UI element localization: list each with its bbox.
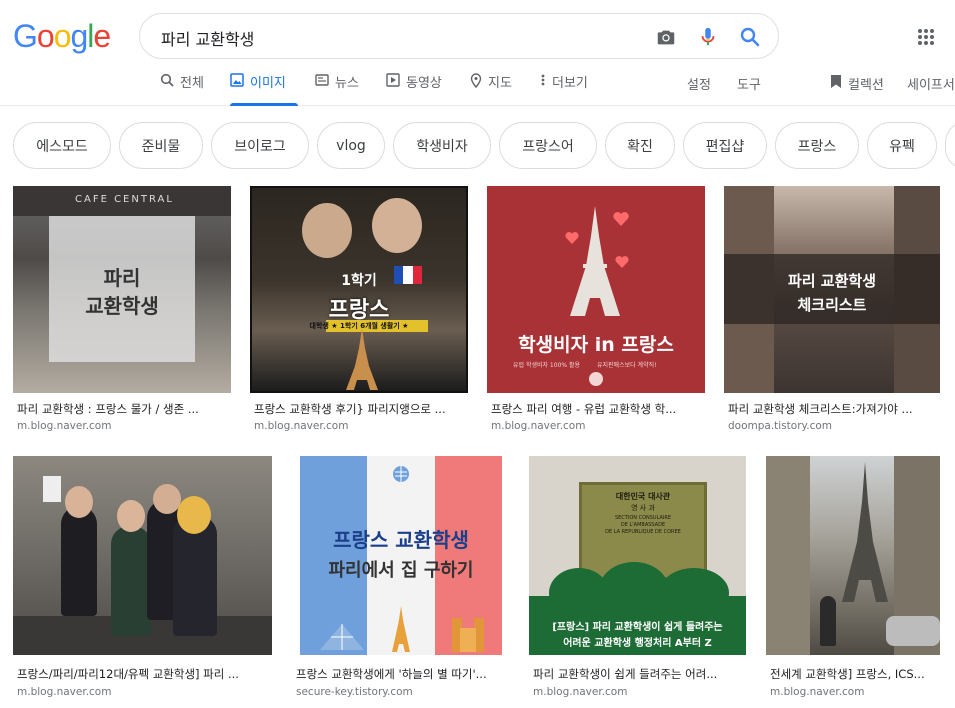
map-pin-icon <box>470 73 482 88</box>
image-result[interactable]: 학생비자 in 프랑스 유럽 학생비자 100% 활용 유지판매스보다 계약직!… <box>487 186 705 436</box>
result-title[interactable]: 파리 교환학생이 쉽게 들려주는 어려... <box>533 666 745 682</box>
tab-videos[interactable]: 동영상 <box>386 72 442 106</box>
settings-link[interactable]: 설정 <box>687 74 711 93</box>
heart-icon <box>613 212 629 226</box>
result-thumbnail[interactable]: 파리 교환학생 체크리스트 <box>724 186 940 393</box>
news-icon <box>315 74 329 86</box>
person <box>61 506 97 616</box>
person-face <box>302 203 352 258</box>
video-icon <box>386 73 400 87</box>
eiffel-tower-icon <box>842 462 888 602</box>
result-thumbnail[interactable]: 학생비자 in 프랑스 유럽 학생비자 100% 활용 유지판매스보다 계약직! <box>487 186 705 393</box>
chip[interactable]: 준비물 <box>119 122 203 169</box>
person <box>820 596 836 646</box>
image-result[interactable]: 프랑스/파리/파리12대/유펙 교환학생] 파리 ... m.blog.nave… <box>13 456 275 702</box>
search-icon[interactable] <box>738 25 762 49</box>
result-title[interactable]: 프랑스 파리 여행 - 유럽 교환학생 학... <box>491 401 703 417</box>
chip[interactable]: 프랑스어 <box>499 122 597 169</box>
image-result[interactable]: CAFE CENTRAL 파리 교환학생 파리 교환학생 : 프랑스 물가 / … <box>13 186 231 436</box>
image-result[interactable]: 1학기 프랑스 대학생 ★ 1학기 6개월 생활기 ★ 프랑스 교환학생 후기}… <box>250 186 468 436</box>
result-title[interactable]: 파리 교환학생 : 프랑스 물가 / 생존 ... <box>17 401 229 417</box>
microphone-icon[interactable] <box>697 25 719 49</box>
image-icon <box>230 73 244 87</box>
brand-logo <box>589 372 603 386</box>
result-title[interactable]: 프랑스/파리/파리12대/유펙 교환학생] 파리 ... <box>17 666 272 682</box>
result-source: m.blog.naver.com <box>770 686 865 698</box>
result-thumbnail[interactable]: 프랑스 교환학생 파리에서 집 구하기 <box>300 456 502 655</box>
image-result[interactable]: 파리 교환학생 체크리스트 파리 교환학생 체크리스트:가져가야 ... doo… <box>724 186 942 436</box>
result-title[interactable]: 파리 교환학생 체크리스트:가져가야 ... <box>728 401 940 417</box>
louvre-pyramid-icon <box>320 624 364 650</box>
result-source: doompa.tistory.com <box>728 420 833 432</box>
globe-icon <box>393 466 409 482</box>
chip[interactable]: 학생비자 <box>393 122 491 169</box>
tab-maps[interactable]: 지도 <box>470 72 512 106</box>
person <box>111 526 151 636</box>
camera-icon[interactable] <box>655 26 677 48</box>
tab-news[interactable]: 뉴스 <box>315 72 359 106</box>
bookmark-icon <box>831 75 841 88</box>
chip[interactable]: 편집샵 <box>683 122 767 169</box>
heart-icon <box>565 232 579 244</box>
search-icon <box>160 73 174 87</box>
chip[interactable]: 프랑스 <box>775 122 859 169</box>
result-source: m.blog.naver.com <box>17 420 112 432</box>
france-flag-icon <box>394 266 422 284</box>
cafe-sign: CAFE CENTRAL <box>75 194 174 205</box>
chip[interactable]: 브이로그 <box>211 122 309 169</box>
chip[interactable]: vlog <box>317 122 385 169</box>
result-title[interactable]: 프랑스 교환학생에게 '하늘의 별 따기'... <box>296 666 508 682</box>
tab-images[interactable]: 이미지 <box>230 72 298 106</box>
search-tabs: 전체 이미지 뉴스 동영상 지도 더보기 설정 도구 컬렉션 세이프서 <box>0 66 955 106</box>
result-source: m.blog.naver.com <box>491 420 586 432</box>
image-result[interactable]: 전세계 교환학생] 프랑스, ICS... m.blog.naver.com <box>766 456 942 702</box>
collections-link[interactable]: 컬렉션 <box>830 74 884 93</box>
eiffel-tower-icon <box>346 328 378 390</box>
search-box[interactable]: 파리 교환학생 <box>139 13 779 59</box>
chip[interactable]: 에스모드 <box>13 122 111 169</box>
image-result[interactable]: 대한민국 대사관 영 사 과 SECTION CONSULAIRE DE L'A… <box>529 456 747 702</box>
search-input[interactable]: 파리 교환학생 <box>161 26 254 50</box>
result-thumbnail[interactable]: CAFE CENTRAL 파리 교환학생 <box>13 186 231 393</box>
result-source: m.blog.naver.com <box>533 686 628 698</box>
related-chips: 에스모드 준비물 브이로그 vlog 학생비자 프랑스어 확진 편집샵 프랑스 … <box>13 122 955 170</box>
result-title[interactable]: 프랑스 교환학생 후기} 파리지앵으로 ... <box>254 401 466 417</box>
result-thumbnail[interactable]: 대한민국 대사관 영 사 과 SECTION CONSULAIRE DE L'A… <box>529 456 746 655</box>
heart-icon <box>615 256 629 268</box>
image-result[interactable]: 프랑스 교환학생 파리에서 집 구하기 프랑스 교환학생에게 '하늘의 별 따기… <box>292 456 510 702</box>
result-thumbnail[interactable] <box>13 456 272 655</box>
result-source: m.blog.naver.com <box>17 686 112 698</box>
chip[interactable]: 확진 <box>605 122 675 169</box>
chip[interactable]: 유펙 <box>867 122 937 169</box>
result-thumbnail[interactable] <box>766 456 940 655</box>
tools-link[interactable]: 도구 <box>737 74 761 93</box>
safesearch-link[interactable]: 세이프서 <box>907 74 955 93</box>
result-source: m.blog.naver.com <box>254 420 349 432</box>
google-logo[interactable]: Google <box>13 18 111 55</box>
chip-more[interactable] <box>945 122 955 169</box>
person-face <box>372 198 422 253</box>
person <box>173 516 217 636</box>
eiffel-tower-icon <box>392 606 410 652</box>
tab-more[interactable]: 더보기 <box>540 72 588 106</box>
more-vert-icon <box>541 74 545 86</box>
result-source: secure-key.tistory.com <box>296 686 413 698</box>
apps-grid-icon[interactable] <box>917 28 935 46</box>
result-thumbnail[interactable]: 1학기 프랑스 대학생 ★ 1학기 6개월 생활기 ★ <box>250 186 468 393</box>
car <box>886 616 940 646</box>
notre-dame-icon <box>452 618 484 652</box>
result-title[interactable]: 전세계 교환학생] 프랑스, ICS... <box>770 666 940 682</box>
tab-all[interactable]: 전체 <box>160 72 204 106</box>
